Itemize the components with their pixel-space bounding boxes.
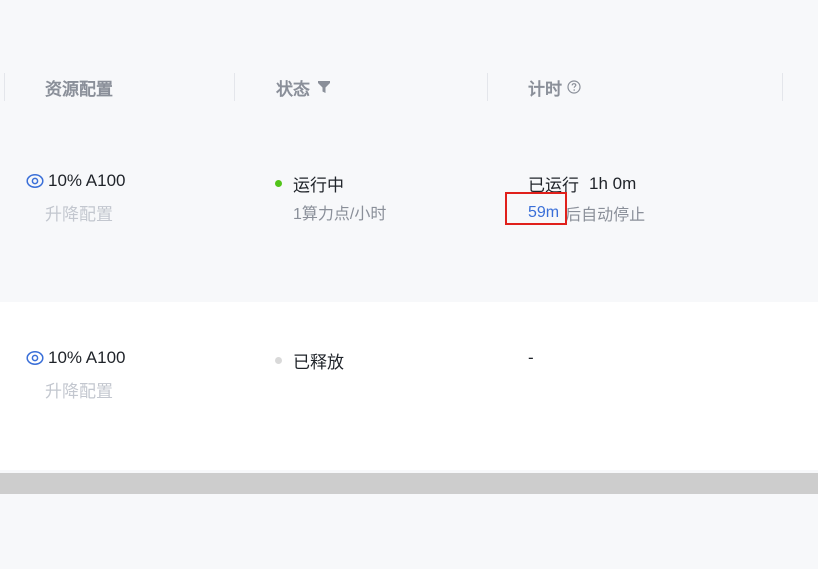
eye-icon[interactable]: [26, 172, 44, 190]
table-header: 资源配置 状态 计时: [0, 62, 818, 112]
elapsed-value: -: [528, 348, 534, 367]
resize-config-link[interactable]: 升降配置: [45, 200, 113, 225]
column-header-status: 状态: [276, 62, 330, 112]
billing-rate: 1算力点/小时: [293, 206, 387, 223]
column-header-timer: 计时: [528, 62, 581, 112]
column-divider[interactable]: [782, 73, 783, 101]
column-header-resource-label: 资源配置: [45, 79, 113, 99]
elapsed-value: 1h 0m: [589, 173, 637, 193]
resource-spec-label: 10% A100: [48, 171, 126, 190]
resize-config-link[interactable]: 升降配置: [45, 377, 113, 402]
highlight-box: [505, 192, 567, 225]
horizontal-scrollbar[interactable]: [0, 473, 818, 494]
column-header-resource: 资源配置: [45, 62, 113, 112]
column-header-timer-label: 计时: [528, 79, 562, 99]
resource-spec: 10% A100: [26, 348, 126, 368]
auto-stop-suffix: 后自动停止: [565, 207, 646, 224]
column-divider[interactable]: [234, 73, 235, 101]
question-circle-icon[interactable]: [567, 80, 581, 94]
resource-spec-label: 10% A100: [48, 348, 126, 367]
status-running: 运行中: [275, 171, 344, 196]
column-divider: [4, 73, 5, 101]
table-row: 10% A100 升降配置 运行中 1算力点/小时 已运行 1h 0m 59m …: [0, 112, 818, 302]
status-label: 已释放: [293, 353, 344, 372]
eye-icon[interactable]: [26, 349, 44, 367]
status-dot: [275, 357, 282, 364]
status-label: 运行中: [293, 176, 344, 195]
elapsed-time: -: [528, 348, 534, 368]
table-row: 10% A100 升降配置 已释放 -: [0, 302, 818, 470]
status-released: 已释放: [275, 348, 344, 373]
status-dot: [275, 180, 282, 187]
column-divider[interactable]: [487, 73, 488, 101]
resource-spec: 10% A100: [26, 171, 126, 191]
filter-icon[interactable]: [318, 81, 330, 93]
column-header-status-label: 状态: [276, 79, 310, 99]
